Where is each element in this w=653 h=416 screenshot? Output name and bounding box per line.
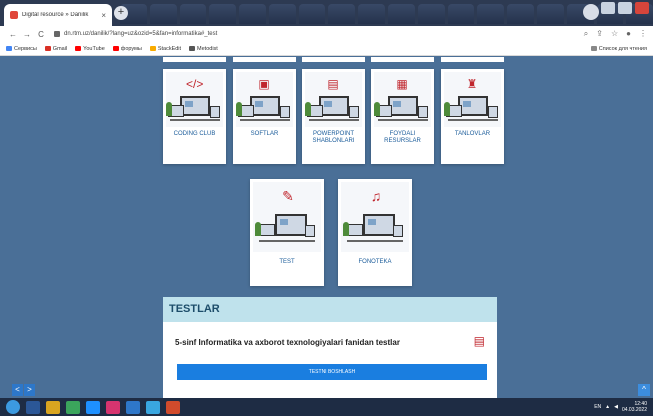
app-icon[interactable] xyxy=(46,400,60,414)
prev-button[interactable]: < xyxy=(12,384,23,396)
back-button[interactable]: ← xyxy=(6,30,20,39)
maximize-button[interactable] xyxy=(618,2,632,14)
card-illustration: </> xyxy=(166,72,223,127)
window-controls xyxy=(601,2,649,14)
test-title: 5-sinf Informatika va axborot texnologiy… xyxy=(175,338,400,347)
photoshop-app-icon[interactable] xyxy=(126,400,140,414)
extensions-icon[interactable]: ● xyxy=(626,29,631,39)
next-button[interactable]: > xyxy=(24,384,35,396)
reload-button[interactable]: C xyxy=(34,30,48,39)
bookmark-item[interactable]: Сервисы xyxy=(6,46,37,52)
menu-icon[interactable]: ⋮ xyxy=(639,29,647,39)
share-icon[interactable]: ⇪ xyxy=(596,29,603,39)
system-tray: EN ▲ ◀ 12:40 04.03.2022 xyxy=(594,401,647,413)
tab-title: Digital resource » Danilik xyxy=(22,12,89,18)
tab-favicon-icon xyxy=(10,11,18,19)
presentation-icon: ▤ xyxy=(327,77,339,91)
test-icon: ✎ xyxy=(282,188,294,204)
url-field[interactable]: dn.rtm.uz/danilik/?lang=uz&ozid=5&fan=in… xyxy=(54,31,217,37)
resources-icon: ▦ xyxy=(396,77,408,91)
zoom-icon[interactable]: ⌕ xyxy=(584,29,588,39)
clock[interactable]: 12:40 04.03.2022 xyxy=(622,401,647,413)
gmail-icon xyxy=(44,46,51,51)
new-tab-button[interactable]: + xyxy=(114,6,128,20)
card-tanlovlar[interactable]: ♜ TANLOVLAR xyxy=(441,69,504,164)
card-label: FONOTEKA xyxy=(358,259,392,265)
card-coding-club[interactable]: </> CODING CLUB xyxy=(163,69,226,164)
tab-strip-background xyxy=(120,0,653,26)
apps-icon xyxy=(6,46,12,51)
address-bar-actions: ⌕ ⇪ ☆ ● ⋮ xyxy=(584,29,647,39)
document-icon: ▤ xyxy=(473,334,485,348)
card-label: POWERPOINT SHABLONLARI xyxy=(312,131,355,144)
profile-avatar[interactable] xyxy=(583,4,599,20)
youtube-icon xyxy=(112,46,119,51)
bookmark-item[interactable]: StackEdit xyxy=(149,46,181,52)
url-text: dn.rtm.uz/danilik/?lang=uz&ozid=5&fan=in… xyxy=(64,31,218,37)
lock-icon xyxy=(54,31,60,37)
card-top-stub xyxy=(163,57,226,62)
card-softlar[interactable]: ▣ SOFTLAR xyxy=(233,69,296,164)
card-label: CODING CLUB xyxy=(173,131,216,137)
star-icon[interactable]: ☆ xyxy=(611,29,618,39)
browser-tab-strip: Digital resource » Danilik × + xyxy=(0,0,653,26)
card-illustration: ▦ xyxy=(374,72,431,127)
trophy-icon: ♜ xyxy=(466,77,478,91)
monitor-icon: ▣ xyxy=(258,77,270,91)
address-bar: ← → C dn.rtm.uz/danilik/?lang=uz&ozid=5&… xyxy=(0,26,653,42)
tab-close-icon[interactable]: × xyxy=(101,11,106,20)
bookmark-item[interactable]: Metodist xyxy=(189,46,218,52)
card-illustration: ▤ xyxy=(305,72,362,127)
card-powerpoint-shablonlari[interactable]: ▤ POWERPOINT SHABLONLARI xyxy=(302,69,365,164)
card-illustration: ▣ xyxy=(236,72,293,127)
card-test[interactable]: ✎ TEST xyxy=(250,179,324,286)
reading-list[interactable]: Список для чтения xyxy=(590,46,647,52)
volume-icon[interactable]: ◀ xyxy=(614,404,618,410)
language-indicator[interactable]: EN xyxy=(594,404,601,410)
card-illustration: ♫ xyxy=(341,182,409,252)
powerpoint-app-icon[interactable] xyxy=(166,400,180,414)
testlar-section: TESTLAR 5-sinf Informatika va axborot te… xyxy=(163,297,497,398)
reading-list-icon xyxy=(590,46,597,51)
card-label: TEST xyxy=(279,259,295,265)
card-illustration: ♜ xyxy=(444,72,501,127)
minimize-button[interactable] xyxy=(601,2,615,14)
telegram-app-icon[interactable] xyxy=(146,400,160,414)
app-icon[interactable] xyxy=(86,400,100,414)
bookmark-item[interactable]: YouTube xyxy=(75,46,105,52)
card-label: FOYDALI RESURSLAR xyxy=(384,131,421,144)
start-test-button[interactable]: TESTNI BOSHLASH xyxy=(177,364,487,380)
card-label: SOFTLAR xyxy=(250,131,279,137)
slider-nav: < > xyxy=(12,384,35,396)
stackedit-icon xyxy=(149,46,156,51)
scroll-top-button[interactable]: ^ xyxy=(638,384,650,396)
forward-button[interactable]: → xyxy=(20,30,34,39)
card-top-stub xyxy=(233,57,296,62)
card-top-stub xyxy=(371,57,434,62)
card-label: TANLOVLAR xyxy=(454,131,491,137)
network-icon[interactable]: ▲ xyxy=(605,404,610,410)
card-illustration: ✎ xyxy=(253,182,321,252)
browser-tab[interactable]: Digital resource » Danilik × xyxy=(4,4,112,26)
testlar-heading: TESTLAR xyxy=(163,297,497,322)
windows-taskbar: EN ▲ ◀ 12:40 04.03.2022 xyxy=(0,398,653,416)
headphones-icon: ♫ xyxy=(370,188,382,204)
card-top-stub xyxy=(441,57,504,62)
chrome-app-icon[interactable] xyxy=(66,400,80,414)
bookmark-item[interactable]: Gmail xyxy=(44,46,67,52)
start-button[interactable] xyxy=(6,400,20,414)
indesign-app-icon[interactable] xyxy=(106,400,120,414)
card-foydali-resurslar[interactable]: ▦ FOYDALI RESURSLAR xyxy=(371,69,434,164)
card-top-stub xyxy=(302,57,365,62)
code-icon: </> xyxy=(186,77,204,91)
close-window-button[interactable] xyxy=(635,2,649,14)
page-content: </> CODING CLUB ▣ SOFTLAR ▤ POWERPOINT S… xyxy=(0,57,653,398)
bookmark-item[interactable]: форумы xyxy=(112,46,142,52)
youtube-icon xyxy=(75,46,82,51)
card-fonoteka[interactable]: ♫ FONOTEKA xyxy=(338,179,412,286)
globe-icon xyxy=(189,46,196,51)
word-app-icon[interactable] xyxy=(26,400,40,414)
bookmarks-bar: Сервисы Gmail YouTube форумы StackEdit M… xyxy=(0,42,653,56)
